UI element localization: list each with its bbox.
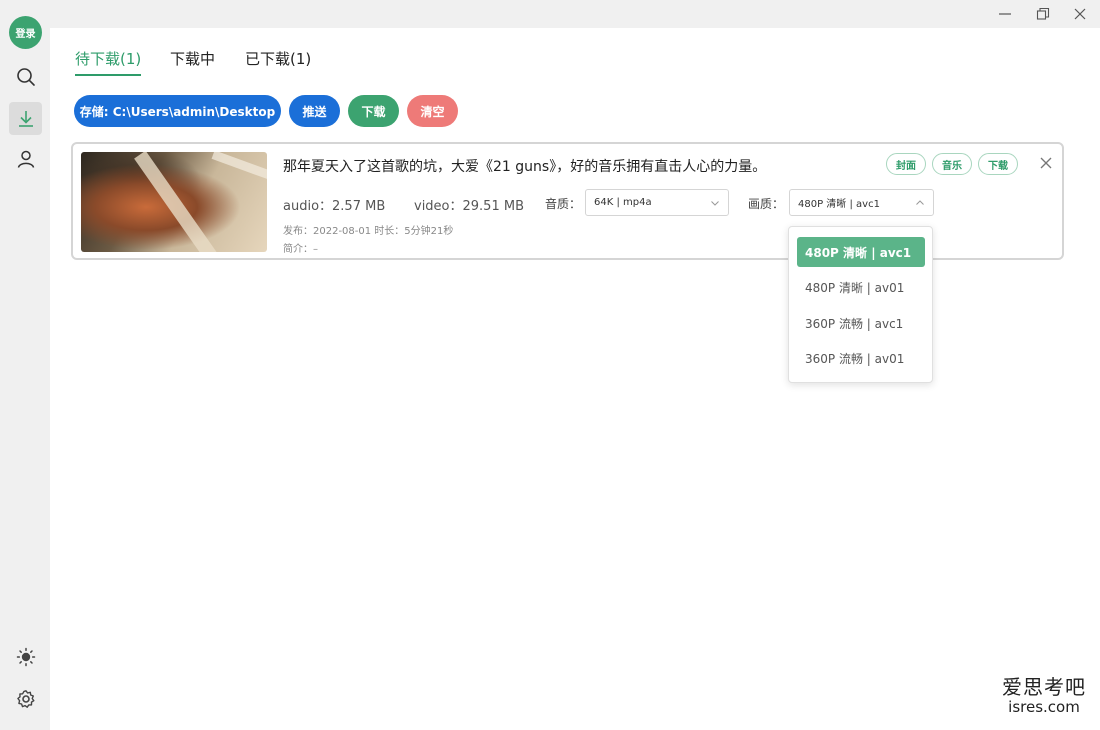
- clear-button[interactable]: 清空: [407, 95, 458, 127]
- tab-downloading[interactable]: 下载中: [170, 48, 215, 76]
- sidebar: 登录: [0, 0, 50, 730]
- video-quality-value: 480P 清晰 | avc1: [798, 199, 880, 210]
- sidebar-download[interactable]: [9, 102, 42, 135]
- video-quality-select[interactable]: 480P 清晰 | avc1: [789, 189, 934, 216]
- quality-option[interactable]: 360P 流畅 | av01: [797, 343, 925, 373]
- audio-size: audio：2.57 MB: [283, 199, 386, 214]
- download-icon: [18, 110, 33, 127]
- music-tag-button[interactable]: 音乐: [932, 153, 972, 175]
- download-all-button[interactable]: 下载: [348, 95, 399, 127]
- login-button[interactable]: 登录: [9, 16, 42, 49]
- close-icon: [1074, 8, 1086, 20]
- chevron-up-icon: [916, 200, 924, 205]
- sidebar-search[interactable]: [9, 60, 42, 93]
- minimize-button[interactable]: [994, 4, 1016, 24]
- intro-info: 简介：–: [283, 244, 318, 255]
- restore-button[interactable]: [1032, 4, 1054, 24]
- watermark-text: 爱思考吧: [1002, 675, 1086, 699]
- video-title: 那年夏天入了这首歌的坑，大爱《21 guns》，好的音乐拥有直击人心的力量。: [283, 159, 767, 175]
- quality-option[interactable]: 480P 清晰 | av01: [797, 272, 925, 302]
- audio-quality-value: 64K | mp4a: [594, 197, 652, 208]
- chevron-down-icon: [711, 201, 719, 206]
- publish-info: 发布：2022-08-01 时长：5分钟21秒: [283, 226, 454, 237]
- title-bar: [50, 0, 1100, 28]
- watermark-domain: isres.com: [1008, 698, 1080, 716]
- minimize-icon: [999, 13, 1011, 15]
- theme-toggle[interactable]: [9, 640, 42, 673]
- download-tag-button[interactable]: 下载: [978, 153, 1018, 175]
- watermark: 爱思考吧 isres.com: [1002, 671, 1086, 716]
- push-button[interactable]: 推送: [289, 95, 340, 127]
- settings-button[interactable]: [9, 682, 42, 715]
- search-icon: [16, 67, 35, 86]
- storage-path-button[interactable]: 存储: C:\Users\admin\Desktop: [74, 95, 281, 127]
- sidebar-user[interactable]: [9, 142, 42, 175]
- video-thumbnail: [81, 152, 267, 252]
- cover-tag-button[interactable]: 封面: [886, 153, 926, 175]
- close-window-button[interactable]: [1069, 4, 1091, 24]
- audio-quality-label: 音质：: [545, 197, 582, 211]
- remove-item-icon[interactable]: [1039, 156, 1053, 170]
- tab-pending[interactable]: 待下载(1): [75, 48, 142, 76]
- restore-icon: [1036, 7, 1050, 20]
- video-quality-dropdown: 480P 清晰 | avc1 480P 清晰 | av01 360P 流畅 | …: [788, 226, 933, 383]
- video-size: video：29.51 MB: [414, 199, 524, 214]
- audio-quality-select[interactable]: 64K | mp4a: [585, 189, 729, 216]
- quality-option[interactable]: 360P 流畅 | avc1: [797, 308, 925, 338]
- video-quality-label: 画质：: [748, 197, 785, 211]
- sun-icon: [16, 647, 35, 666]
- user-icon: [17, 150, 34, 168]
- quality-option[interactable]: 480P 清晰 | avc1: [797, 237, 925, 267]
- gear-icon: [16, 689, 34, 708]
- tab-downloaded[interactable]: 已下载(1): [245, 48, 311, 76]
